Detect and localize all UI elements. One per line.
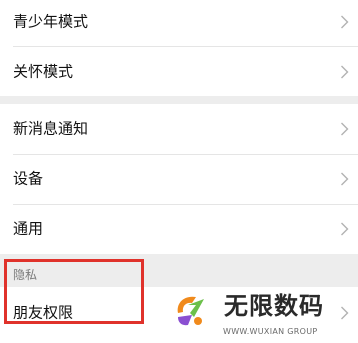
watermark-title: 无限数码 [224,292,324,320]
settings-group-modes: 青少年模式 关怀模式 [0,0,358,96]
chevron-right-icon [341,222,349,236]
brand-logo-icon [177,296,204,326]
settings-item-care-mode[interactable]: 关怀模式 [0,47,358,97]
section-header-label: 隐私 [13,267,38,282]
watermark: 无限数码 WWW.WUXIAN GROUP [170,291,350,341]
settings-item-devices[interactable]: 设备 [0,154,358,204]
settings-item-label: 设备 [13,169,44,188]
section-header-privacy: 隐私 [0,262,358,287]
settings-item-label: 通用 [13,219,44,238]
chevron-right-icon [341,172,349,186]
chevron-right-icon [341,15,349,29]
settings-item-label: 朋友权限 [13,303,74,322]
settings-item-label: 青少年模式 [13,12,89,31]
settings-group-general: 新消息通知 设备 通用 [0,104,358,254]
settings-item-new-message-notifications[interactable]: 新消息通知 [0,104,358,154]
settings-item-label: 关怀模式 [13,62,74,81]
watermark-url: WWW.WUXIAN GROUP [223,327,318,336]
chevron-right-icon [341,122,349,136]
chevron-right-icon [341,65,349,79]
settings-item-general[interactable]: 通用 [0,204,358,254]
settings-item-label: 新消息通知 [13,119,89,138]
settings-item-teen-mode[interactable]: 青少年模式 [0,0,358,47]
settings-screen: 青少年模式 关怀模式 新消息通知 设备 通用 隐私 朋友权限 无限数码 WWW.… [0,0,358,343]
